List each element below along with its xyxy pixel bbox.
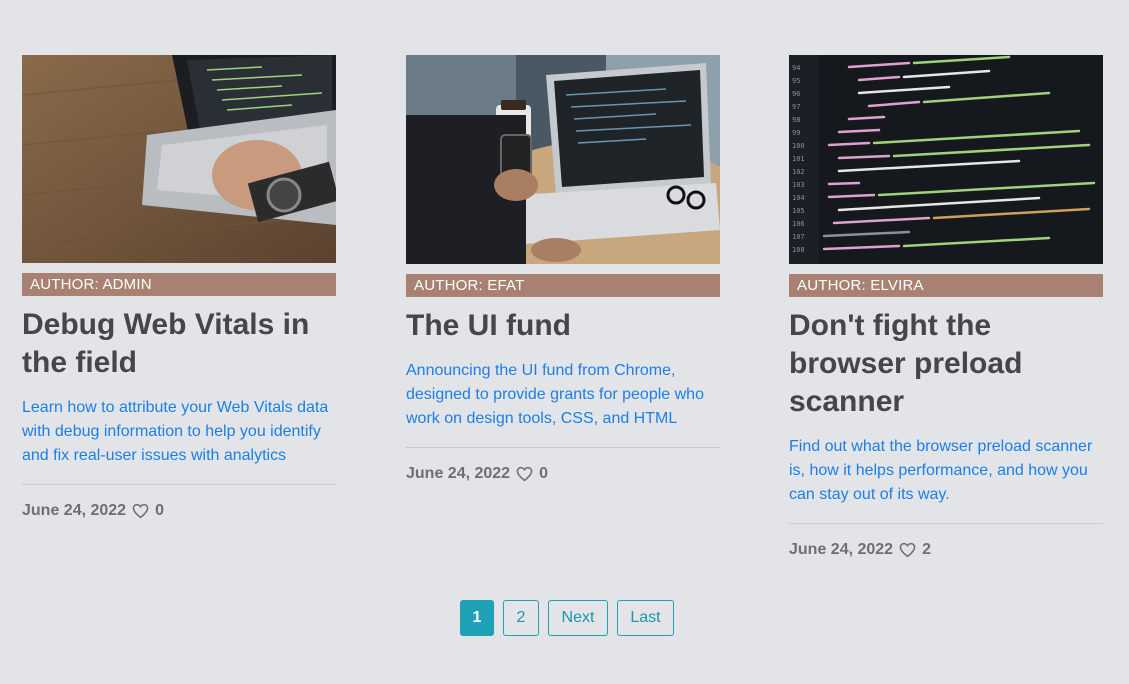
post-date: June 24, 2022 (22, 502, 127, 519)
heart-icon[interactable] (132, 503, 149, 519)
post-title[interactable]: Don't fight the browser preload scanner (789, 307, 1103, 421)
post-description[interactable]: Learn how to attribute your Web Vitals d… (22, 396, 336, 468)
post-card: AUTHOR: ADMIN Debug Web Vitals in the fi… (22, 55, 336, 521)
post-image[interactable] (22, 55, 336, 263)
divider (789, 523, 1103, 524)
post-card: AUTHOR: EFAT The UI fund Announcing the … (406, 55, 720, 484)
svg-text:105: 105 (792, 207, 805, 215)
post-title[interactable]: Debug Web Vitals in the field (22, 306, 336, 382)
post-description[interactable]: Find out what the browser preload scanne… (789, 435, 1103, 507)
next-page-button[interactable]: Next (548, 600, 608, 636)
post-image[interactable]: 94 95 96 97 98 99 100 101 102 103 104 105 106 107… (789, 55, 1103, 264)
post-title[interactable]: The UI fund (406, 307, 720, 345)
post-meta: June 24, 2022 2 (789, 540, 1103, 560)
svg-text:103: 103 (792, 181, 805, 189)
post-description[interactable]: Announcing the UI fund from Chrome, desi… (406, 359, 720, 431)
svg-text:98: 98 (792, 116, 800, 124)
svg-text:96: 96 (792, 90, 800, 98)
divider (22, 484, 336, 485)
page-button-1[interactable]: 1 (460, 600, 494, 636)
svg-text:99: 99 (792, 129, 800, 137)
page-button-2[interactable]: 2 (503, 600, 539, 636)
svg-text:102: 102 (792, 168, 805, 176)
svg-text:95: 95 (792, 77, 800, 85)
svg-text:108: 108 (792, 246, 805, 254)
post-image[interactable] (406, 55, 720, 264)
pagination: 1 2 Next Last (460, 600, 674, 636)
last-page-button[interactable]: Last (617, 600, 674, 636)
svg-text:97: 97 (792, 103, 800, 111)
svg-text:106: 106 (792, 220, 805, 228)
divider (406, 447, 720, 448)
svg-text:107: 107 (792, 233, 805, 241)
post-meta: June 24, 2022 0 (22, 501, 336, 521)
post-date: June 24, 2022 (406, 465, 511, 482)
like-count: 0 (539, 465, 548, 482)
heart-icon[interactable] (516, 466, 533, 482)
post-card: 94 95 96 97 98 99 100 101 102 103 104 105 106 107… (789, 55, 1103, 560)
author-badge: AUTHOR: ELVIRA (789, 274, 1103, 297)
heart-icon[interactable] (899, 542, 916, 558)
like-count: 0 (155, 502, 164, 519)
svg-text:100: 100 (792, 142, 805, 150)
author-badge: AUTHOR: EFAT (406, 274, 720, 297)
post-meta: June 24, 2022 0 (406, 464, 720, 484)
author-badge: AUTHOR: ADMIN (22, 273, 336, 296)
post-grid: AUTHOR: ADMIN Debug Web Vitals in the fi… (22, 55, 1104, 575)
like-count: 2 (922, 541, 931, 558)
svg-text:101: 101 (792, 155, 805, 163)
svg-text:104: 104 (792, 194, 805, 202)
post-date: June 24, 2022 (789, 541, 894, 558)
svg-text:94: 94 (792, 64, 800, 72)
